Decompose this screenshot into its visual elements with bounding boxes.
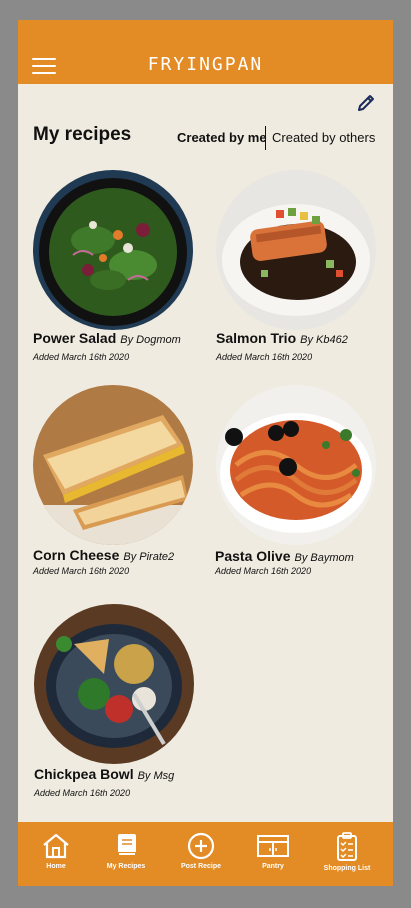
- recipe-date: Added March 16th 2020: [215, 566, 312, 576]
- recipe-photo-power-salad[interactable]: [33, 170, 193, 330]
- bottom-navigation: Home My Recipes Post Recipe Pantry Shopp…: [18, 822, 393, 886]
- nav-post-recipe[interactable]: Post Recipe: [166, 832, 236, 870]
- nav-label: My Recipes: [106, 863, 146, 870]
- nav-label: Pantry: [262, 863, 284, 870]
- nav-my-recipes[interactable]: My Recipes: [91, 832, 161, 870]
- nav-label: Shopping List: [323, 865, 371, 872]
- recipe-date: Added March 16th 2020: [34, 788, 131, 798]
- recipe-photo-chickpea-bowl[interactable]: [34, 604, 194, 764]
- recipe-photo-salmon-trio[interactable]: [216, 170, 376, 330]
- recipe-date: Added March 16th 2020: [33, 352, 130, 362]
- recipe-title-line: Pasta Olive By Baymom: [215, 548, 354, 566]
- recipe-title-line: Power Salad By Dogmom: [33, 330, 181, 348]
- recipe-date: Added March 16th 2020: [216, 352, 313, 362]
- tab-divider: [265, 126, 266, 150]
- app-brand-title: FRYINGPAN: [147, 54, 264, 75]
- recipe-name: Corn Cheese: [33, 547, 120, 563]
- recipe-card[interactable]: Corn Cheese By Pirate2 Added March 16th 2…: [33, 385, 213, 585]
- top-app-bar: FRYINGPAN: [18, 20, 393, 84]
- recipe-title-line: Salmon Trio By Kb462: [216, 330, 348, 348]
- home-icon: [43, 833, 69, 859]
- pencil-edit-icon[interactable]: [355, 92, 377, 114]
- recipe-name: Pasta Olive: [215, 548, 291, 564]
- recipe-name: Chickpea Bowl: [34, 766, 134, 782]
- recipe-card[interactable]: Salmon Trio By Kb462 Added March 16th 202…: [216, 170, 393, 370]
- recipe-name: Salmon Trio: [216, 330, 297, 346]
- recipe-author: By Pirate2: [123, 551, 175, 563]
- recipe-photo-corn-cheese[interactable]: [33, 385, 193, 545]
- recipe-title-line: Corn Cheese By Pirate2: [33, 547, 174, 565]
- pantry-cabinet-icon: [257, 835, 289, 857]
- recipe-photo-pasta-olive[interactable]: [216, 385, 376, 545]
- recipe-author: By Dogmom: [120, 334, 181, 346]
- clipboard-checklist-icon: [337, 832, 357, 861]
- app-screen: FRYINGPAN My recipes Created by me Creat…: [18, 20, 393, 886]
- tab-created-by-me[interactable]: Created by me: [177, 130, 267, 145]
- recipe-card[interactable]: Chickpea Bowl By Msg Added March 16th 202…: [34, 604, 214, 804]
- tab-created-by-others[interactable]: Created by others: [272, 130, 375, 145]
- recipe-card[interactable]: Pasta Olive By Baymom Added March 16th 20…: [215, 385, 393, 585]
- nav-home[interactable]: Home: [21, 832, 91, 870]
- nav-label: Home: [46, 863, 66, 870]
- nav-shopping-list[interactable]: Shopping List: [312, 832, 382, 872]
- plus-circle-icon: [187, 832, 215, 860]
- recipe-title-line: Chickpea Bowl By Msg: [34, 766, 174, 784]
- page-title: My recipes: [33, 124, 132, 145]
- recipe-author: By Kb462: [300, 334, 348, 346]
- recipe-name: Power Salad: [33, 330, 117, 346]
- recipe-book-icon: [118, 834, 136, 856]
- recipe-author: By Msg: [137, 770, 175, 782]
- nav-pantry[interactable]: Pantry: [238, 832, 308, 870]
- nav-label: Post Recipe: [180, 863, 222, 870]
- recipe-date: Added March 16th 2020: [33, 566, 130, 576]
- recipe-card[interactable]: Power Salad By Dogmom Added March 16th 20…: [33, 170, 213, 370]
- recipe-author: By Baymom: [294, 552, 354, 564]
